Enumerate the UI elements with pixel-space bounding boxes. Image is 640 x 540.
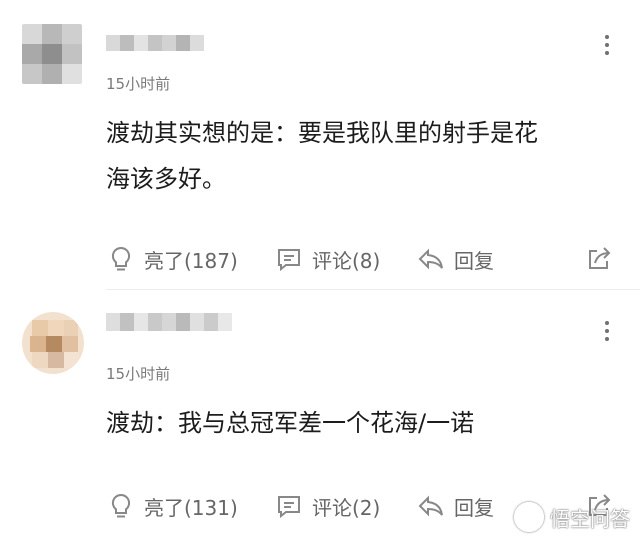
speech-bubble-icon (278, 249, 300, 272)
reply-button[interactable]: 回复 (416, 490, 494, 522)
timestamp: 15小时前 (106, 365, 171, 383)
comment-item: 15小时前 渡劫其实想的是：要是我队里的射手是花 海该多好。 亮了(187) 评… (0, 0, 640, 290)
reply-arrow-icon (418, 495, 443, 517)
more-options-icon[interactable] (602, 321, 612, 341)
wukong-logo-icon (514, 502, 544, 532)
comment-count-button[interactable]: 评论(2) (274, 490, 380, 522)
comment-text-line: 渡劫：我与总冠军差一个花海/一诺 (106, 409, 475, 437)
like-count: 亮了(187) (144, 248, 238, 273)
like-button[interactable]: 亮了(187) (106, 243, 238, 275)
lightbulb-icon (111, 246, 131, 271)
share-icon (589, 247, 611, 269)
comment-text-line: 海该多好。 (106, 165, 226, 193)
comment-text: 渡劫其实想的是：要是我队里的射手是花 海该多好。 (106, 110, 620, 202)
username-blurred[interactable] (106, 311, 236, 331)
share-button[interactable] (584, 243, 614, 275)
avatar[interactable] (22, 24, 82, 84)
speech-bubble-icon (278, 496, 300, 519)
reply-button[interactable]: 回复 (416, 243, 494, 275)
reply-arrow-icon (418, 248, 443, 270)
comment-text: 渡劫：我与总冠军差一个花海/一诺 (106, 400, 620, 446)
reply-label: 回复 (454, 248, 494, 273)
comment-count: 评论(8) (312, 248, 381, 273)
reply-label: 回复 (454, 495, 494, 520)
username-blurred[interactable] (106, 33, 216, 53)
comment-count: 评论(2) (312, 495, 381, 520)
more-options-icon[interactable] (602, 35, 612, 55)
lightbulb-icon (111, 493, 131, 518)
like-count: 亮了(131) (144, 495, 238, 520)
action-bar: 亮了(187) 评论(8) 回复 (106, 243, 620, 275)
comment-count-button[interactable]: 评论(8) (274, 243, 380, 275)
watermark-text: 悟空问答 (550, 506, 630, 531)
watermark: 悟空问答 (514, 502, 630, 532)
like-button[interactable]: 亮了(131) (106, 490, 238, 522)
comment-text-line: 渡劫其实想的是：要是我队里的射手是花 (106, 119, 538, 147)
avatar[interactable] (22, 312, 84, 374)
timestamp: 15小时前 (106, 75, 171, 93)
